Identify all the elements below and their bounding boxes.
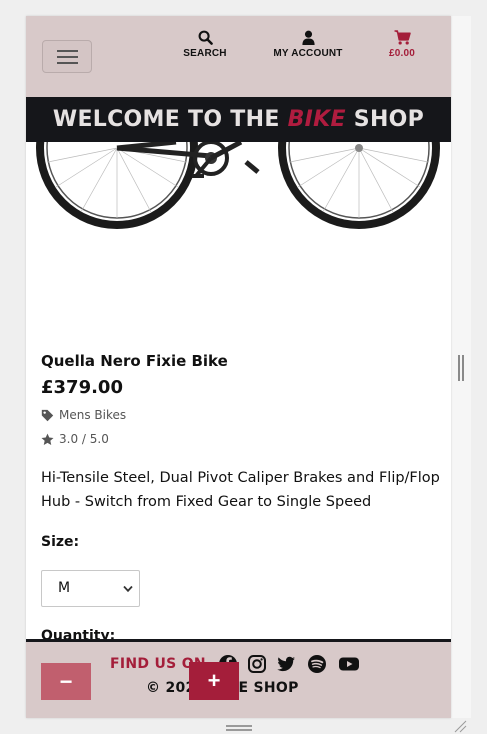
hamburger-line xyxy=(57,50,78,52)
product-rating: 3.0 / 5.0 xyxy=(41,432,109,446)
welcome-banner: WELCOME TO THE BIKE SHOP xyxy=(26,97,451,142)
product-price: £379.00 xyxy=(41,377,123,398)
site-header: SEARCH MY ACCOUNT £0.00 xyxy=(26,16,451,97)
nav-search-label: SEARCH xyxy=(183,48,227,59)
chevron-down-icon xyxy=(123,585,133,593)
search-icon xyxy=(198,30,213,45)
banner-text-prefix: WELCOME TO THE xyxy=(52,107,288,132)
product-rating-value: 3.0 / 5.0 xyxy=(59,432,109,446)
size-selected-value: M xyxy=(58,580,71,596)
banner-text-accent: BIKE xyxy=(287,107,346,132)
cart-total: £0.00 xyxy=(388,48,416,59)
quantity-decrease-button[interactable]: − xyxy=(41,663,91,700)
banner-text-suffix: SHOP xyxy=(345,107,425,132)
front-wheel xyxy=(278,142,440,229)
browser-viewport: SEARCH MY ACCOUNT £0.00 WELCOME TO THE B… xyxy=(26,16,451,718)
resize-handle-vertical[interactable] xyxy=(458,355,464,381)
spotify-icon[interactable] xyxy=(307,654,327,674)
star-icon xyxy=(41,433,54,445)
size-select[interactable]: M xyxy=(41,570,140,607)
nav-account-label: MY ACCOUNT xyxy=(273,48,343,59)
twitter-icon[interactable] xyxy=(276,654,296,674)
product-title: Quella Nero Fixie Bike xyxy=(41,352,228,370)
product-image xyxy=(26,142,451,338)
resize-handle-horizontal[interactable] xyxy=(226,725,252,731)
site-footer: FIND US ON © 2021 BIKE SHOP − + xyxy=(26,639,451,718)
user-icon xyxy=(301,30,315,45)
tag-icon xyxy=(41,409,54,421)
shopping-cart-icon xyxy=(394,30,411,45)
product-category: Mens Bikes xyxy=(59,408,127,422)
instagram-icon[interactable] xyxy=(247,654,267,674)
nav-search-link[interactable]: SEARCH xyxy=(178,30,232,59)
nav-cart-link[interactable]: £0.00 xyxy=(382,30,422,59)
bike-illustration xyxy=(36,142,440,229)
resize-corner-icon[interactable] xyxy=(453,719,467,733)
menu-toggle-button[interactable] xyxy=(42,40,92,73)
quantity-increase-button[interactable]: + xyxy=(189,662,239,700)
nav-account-link[interactable]: MY ACCOUNT xyxy=(268,30,348,59)
youtube-icon[interactable] xyxy=(338,654,360,674)
product-description: Hi-Tensile Steel, Dual Pivot Caliper Bra… xyxy=(41,470,440,510)
hamburger-line xyxy=(57,62,78,64)
size-label: Size: xyxy=(41,534,80,550)
product-category-link[interactable]: Mens Bikes xyxy=(41,408,126,422)
hamburger-line xyxy=(57,56,78,58)
